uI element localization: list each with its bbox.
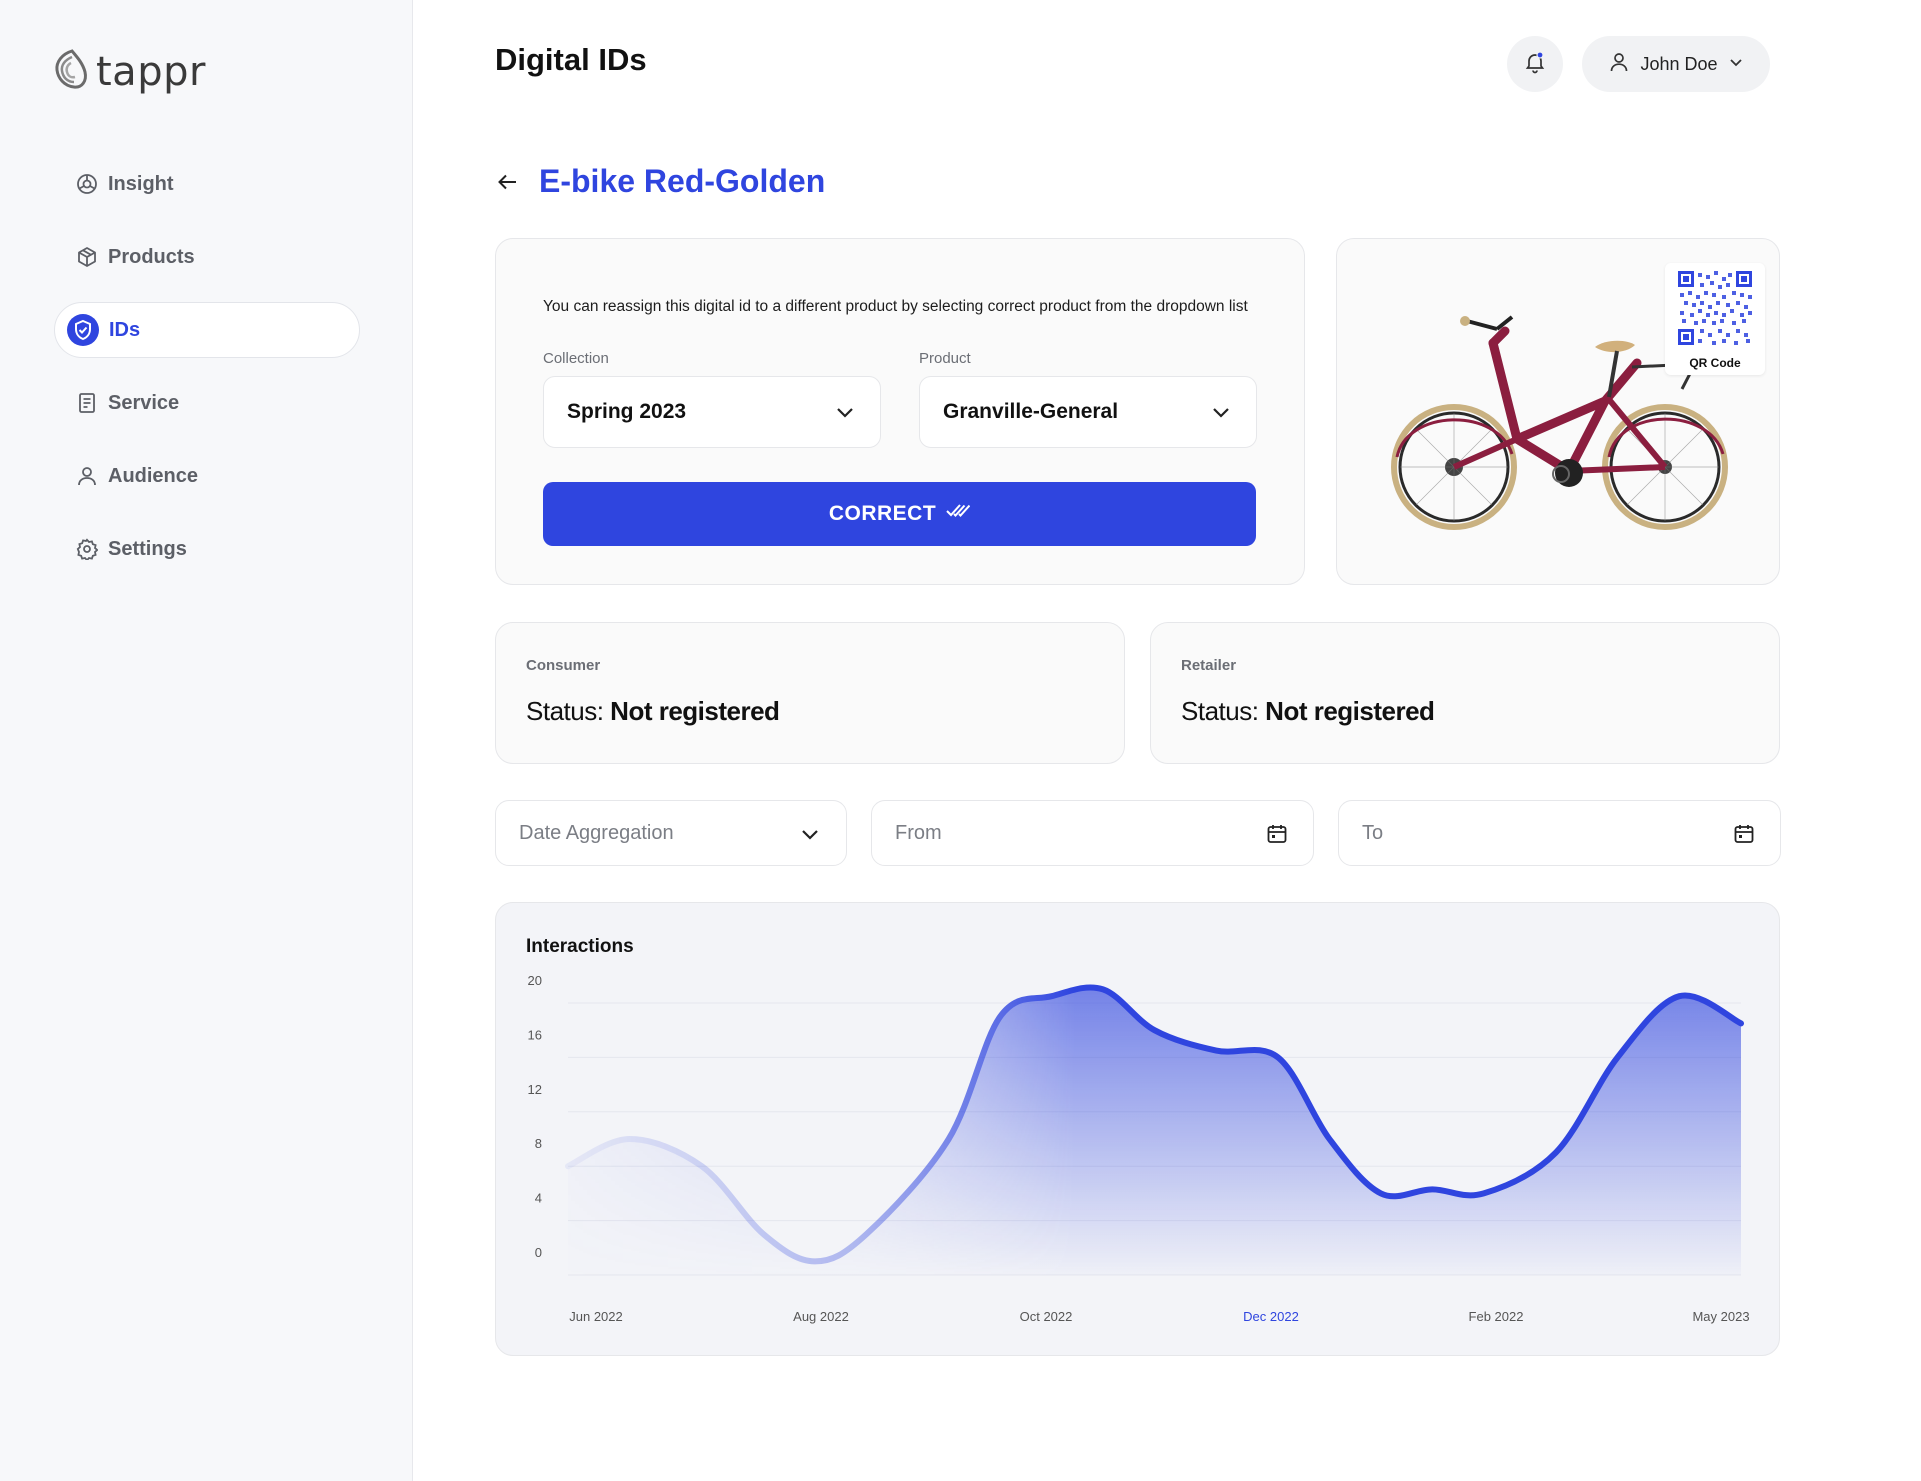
qr-code-icon bbox=[1678, 271, 1752, 345]
sidebar: tappr Insight Products IDs Service Audie… bbox=[0, 0, 413, 1481]
x-tick-label: May 2023 bbox=[1692, 1309, 1749, 1324]
sidebar-item-settings[interactable]: Settings bbox=[54, 521, 360, 577]
collection-value: Spring 2023 bbox=[567, 400, 687, 423]
interactions-chart: 20 16 12 8 4 0 Jun 2022 Aug 2022 Oct 2022 Dec 202… bbox=[528, 973, 1750, 1324]
calendar-icon[interactable] bbox=[1265, 822, 1289, 846]
x-tick-label: Feb 2022 bbox=[1469, 1309, 1524, 1324]
product-image-card: QR Code bbox=[1336, 238, 1780, 585]
main-content: Digital IDs John Doe E-bike Red-Golden Y… bbox=[412, 0, 1921, 1481]
chevron-down-icon bbox=[834, 401, 856, 423]
page-title: Digital IDs bbox=[495, 42, 647, 77]
product-select[interactable]: Granville-General bbox=[919, 376, 1257, 448]
notifications-button[interactable] bbox=[1507, 36, 1563, 92]
brand-name: tappr bbox=[96, 48, 206, 95]
product-label: Product bbox=[919, 350, 971, 367]
sidebar-item-label: Products bbox=[108, 245, 195, 268]
consumer-status: Status: Not registered bbox=[526, 696, 780, 727]
document-icon bbox=[76, 392, 98, 414]
retailer-label: Retailer bbox=[1181, 657, 1237, 674]
y-tick-label: 0 bbox=[535, 1245, 542, 1260]
date-aggregation-select[interactable]: Date Aggregation bbox=[495, 800, 847, 866]
x-tick-label: Jun 2022 bbox=[569, 1309, 623, 1324]
reassign-card: You can reassign this digital id to a di… bbox=[495, 238, 1305, 585]
correct-button-label: CORRECT bbox=[828, 502, 937, 525]
insight-icon bbox=[76, 173, 98, 195]
detail-header: E-bike Red-Golden bbox=[495, 163, 825, 200]
x-tick-label: Dec 2022 bbox=[1243, 1309, 1299, 1324]
status-prefix: Status: bbox=[1181, 696, 1259, 726]
sidebar-item-ids[interactable]: IDs bbox=[54, 302, 360, 358]
sidebar-item-audience[interactable]: Audience bbox=[54, 448, 360, 504]
consumer-status-value: Not registered bbox=[610, 696, 780, 726]
x-tick-label: Oct 2022 bbox=[1020, 1309, 1073, 1324]
sidebar-item-label: Audience bbox=[108, 464, 199, 487]
bike-saddle bbox=[1595, 340, 1635, 353]
brand-logo[interactable]: tappr bbox=[52, 48, 206, 95]
interactions-chart-card: Interactions 20 16 12 8 4 0 Jun 2022 Aug 2022 Oc… bbox=[495, 902, 1780, 1356]
qr-code-label: QR Code bbox=[1689, 356, 1741, 370]
user-icon bbox=[1608, 51, 1630, 78]
y-tick-label: 4 bbox=[535, 1191, 542, 1206]
bell-icon bbox=[1523, 50, 1547, 79]
back-arrow-icon[interactable] bbox=[495, 169, 521, 195]
retailer-status-card: Retailer Status: Not registered bbox=[1150, 622, 1780, 764]
from-date-placeholder: From bbox=[895, 821, 942, 844]
y-tick-label: 8 bbox=[535, 1136, 542, 1151]
qr-code[interactable]: QR Code bbox=[1665, 263, 1765, 375]
retailer-status: Status: Not registered bbox=[1181, 696, 1435, 727]
x-tick-label: Aug 2022 bbox=[793, 1309, 849, 1324]
sidebar-item-products[interactable]: Products bbox=[54, 229, 360, 285]
consumer-status-card: Consumer Status: Not registered bbox=[495, 622, 1125, 764]
consumer-label: Consumer bbox=[526, 657, 601, 674]
chevron-down-icon bbox=[1728, 54, 1744, 75]
y-tick-label: 12 bbox=[528, 1082, 542, 1097]
shield-check-icon bbox=[67, 314, 99, 346]
user-icon bbox=[76, 465, 98, 487]
y-tick-label: 20 bbox=[528, 973, 542, 988]
gear-icon bbox=[76, 538, 98, 560]
chevron-down-icon bbox=[1210, 401, 1232, 423]
sidebar-item-label: Settings bbox=[108, 537, 187, 560]
user-menu-button[interactable]: John Doe bbox=[1582, 36, 1770, 92]
series-group bbox=[565, 984, 1744, 1275]
retailer-status-value: Not registered bbox=[1265, 696, 1435, 726]
product-title: E-bike Red-Golden bbox=[539, 163, 826, 199]
chevron-down-icon bbox=[798, 822, 822, 846]
sidebar-item-insight[interactable]: Insight bbox=[54, 156, 360, 212]
sidebar-item-label: IDs bbox=[109, 318, 141, 341]
reassign-instructions: You can reassign this digital id to a di… bbox=[543, 298, 1248, 315]
sidebar-item-label: Service bbox=[108, 391, 180, 414]
y-tick-label: 16 bbox=[528, 1027, 542, 1042]
collection-label: Collection bbox=[543, 350, 609, 367]
sidebar-item-label: Insight bbox=[108, 172, 174, 195]
user-name: John Doe bbox=[1640, 53, 1718, 74]
to-date-input[interactable]: To bbox=[1338, 800, 1781, 866]
sidebar-item-service[interactable]: Service bbox=[54, 375, 360, 431]
box-icon bbox=[76, 246, 98, 268]
product-value: Granville-General bbox=[943, 400, 1119, 423]
collection-select[interactable]: Spring 2023 bbox=[543, 376, 881, 448]
correct-button[interactable]: CORRECT bbox=[543, 482, 1256, 546]
sidebar-nav: Insight Products IDs Service Audience Se… bbox=[54, 156, 360, 594]
tappr-logo-icon bbox=[52, 48, 90, 95]
calendar-icon[interactable] bbox=[1732, 822, 1756, 846]
from-date-input[interactable]: From bbox=[871, 800, 1314, 866]
status-prefix: Status: bbox=[526, 696, 604, 726]
double-check-icon bbox=[946, 502, 971, 526]
date-aggregation-placeholder: Date Aggregation bbox=[519, 821, 674, 844]
to-date-placeholder: To bbox=[1362, 821, 1384, 844]
